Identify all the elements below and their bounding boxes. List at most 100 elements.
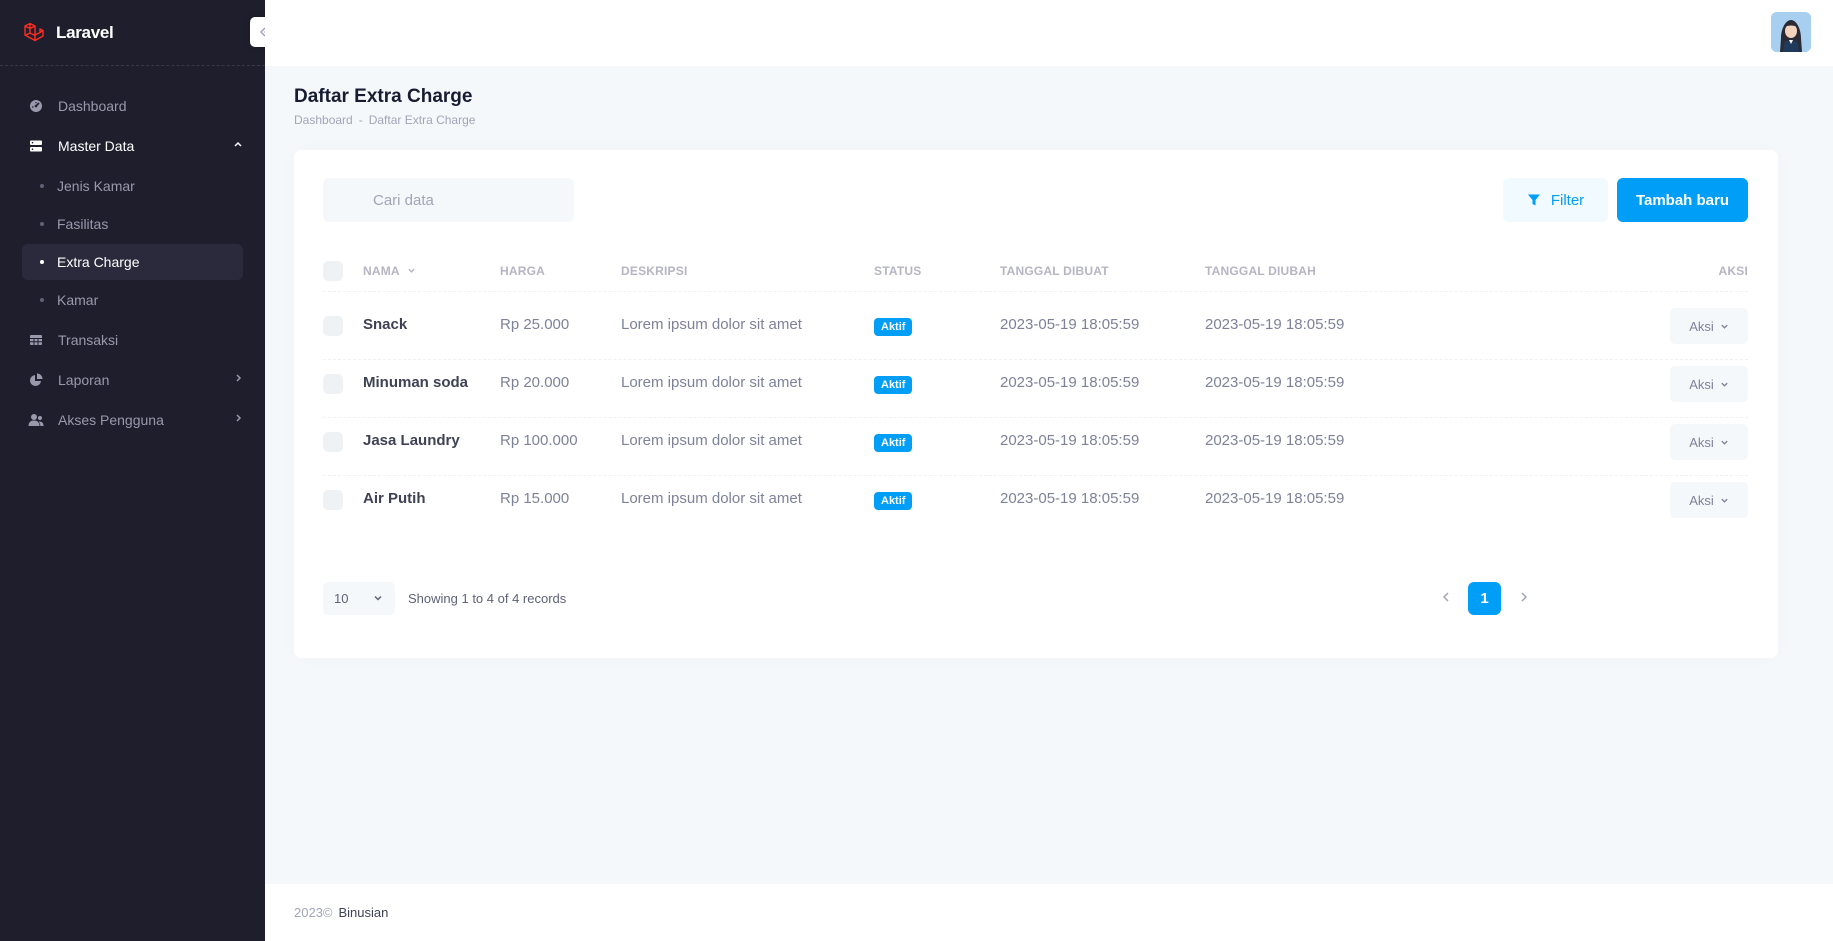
cell-tanggal-diubah: 2023-05-19 18:05:59: [1205, 432, 1345, 449]
column-header-aksi: Aksi: [1718, 264, 1748, 278]
avatar-icon: [1771, 12, 1811, 52]
footer-owner-link[interactable]: Binusian: [339, 905, 389, 920]
cell-nama: Air Putih: [363, 490, 426, 507]
column-header-tanggal-diubah[interactable]: Tanggal Diubah: [1205, 264, 1316, 278]
chevron-left-icon: [1442, 592, 1449, 602]
records-info: Showing 1 to 4 of 4 records: [408, 591, 567, 606]
sidebar-subitem-label: Jenis Kamar: [57, 178, 135, 194]
breadcrumb-separator: -: [358, 113, 363, 127]
row-actions-button[interactable]: Aksi: [1670, 424, 1748, 460]
row-actions-button[interactable]: Aksi: [1670, 366, 1748, 402]
table-row: Air Putih Rp 15.000 Lorem ipsum dolor si…: [323, 466, 1748, 534]
page-size-value: 10: [334, 591, 349, 606]
chevron-down-icon: [1721, 382, 1728, 387]
add-new-button[interactable]: Tambah baru: [1617, 178, 1748, 222]
chevron-right-icon: [236, 414, 242, 422]
column-header-deskripsi[interactable]: Deskripsi: [621, 264, 687, 278]
row-actions-label: Aksi: [1689, 376, 1714, 392]
cell-tanggal-diubah: 2023-05-19 18:05:59: [1205, 316, 1345, 333]
pie-chart-icon: [28, 372, 44, 388]
cell-harga: Rp 25.000: [500, 316, 570, 333]
column-header-tanggal-dibuat[interactable]: Tanggal Dibuat: [1000, 264, 1109, 278]
breadcrumb-item-dashboard[interactable]: Dashboard: [294, 113, 353, 127]
chevron-down-icon: [1721, 440, 1728, 445]
sidebar-subitem-kamar[interactable]: Kamar: [22, 282, 243, 318]
chevron-right-icon: [236, 374, 242, 382]
chevron-down-icon: [1721, 498, 1728, 503]
row-checkbox[interactable]: [323, 316, 343, 336]
row-checkbox[interactable]: [323, 490, 343, 510]
row-actions-label: Aksi: [1689, 492, 1714, 508]
sidebar-item-label: Transaksi: [58, 332, 119, 348]
column-header-status[interactable]: Status: [874, 264, 921, 278]
chevron-right-icon: [1521, 592, 1528, 602]
sidebar-subitem-label: Kamar: [57, 292, 99, 308]
row-actions-label: Aksi: [1689, 434, 1714, 450]
laravel-logo-icon: [24, 22, 44, 41]
previous-page-button[interactable]: [1438, 589, 1454, 610]
row-checkbox[interactable]: [323, 432, 343, 452]
footer: 2023© Binusian: [265, 884, 1833, 941]
column-header-nama[interactable]: Nama: [363, 264, 416, 278]
brand: Laravel: [0, 0, 280, 66]
filter-button[interactable]: Filter: [1503, 178, 1608, 222]
footer-year: 2023©: [294, 905, 333, 920]
row-checkbox[interactable]: [323, 374, 343, 394]
brand-name: Laravel: [56, 22, 114, 42]
database-icon: [28, 138, 44, 154]
sidebar-item-akses-pengguna[interactable]: Akses Pengguna: [22, 400, 243, 440]
sort-chevron-down-icon: [408, 268, 415, 273]
cell-nama: Snack: [363, 316, 408, 333]
sidebar-menu: Dashboard Master Data Jenis Kamar Fasili…: [0, 66, 265, 440]
sidebar-item-label: Laporan: [58, 372, 110, 388]
status-badge: Aktif: [874, 318, 913, 336]
breadcrumb: Dashboard - Daftar Extra Charge: [294, 113, 475, 127]
dashboard-icon: [28, 98, 44, 114]
sidebar-subitem-extra-charge[interactable]: Extra Charge: [22, 244, 243, 280]
sidebar-subitem-fasilitas[interactable]: Fasilitas: [22, 206, 243, 242]
sidebar-item-dashboard[interactable]: Dashboard: [22, 86, 243, 126]
cell-harga: Rp 15.000: [500, 490, 570, 507]
cell-tanggal-diubah: 2023-05-19 18:05:59: [1205, 490, 1345, 507]
sidebar-subitem-jenis-kamar[interactable]: Jenis Kamar: [22, 168, 243, 204]
next-page-button[interactable]: [1516, 589, 1532, 610]
filter-icon: [1527, 194, 1540, 206]
bullet-icon: [40, 184, 44, 188]
cell-tanggal-dibuat: 2023-05-19 18:05:59: [1000, 316, 1140, 333]
chevron-up-icon: [234, 141, 242, 147]
sidebar-item-master-data[interactable]: Master Data: [22, 126, 243, 166]
sidebar-subitem-label: Fasilitas: [57, 216, 109, 232]
page-number-button[interactable]: 1: [1468, 582, 1501, 615]
cell-deskripsi: Lorem ipsum dolor sit amet: [621, 316, 802, 333]
status-badge: Aktif: [874, 492, 913, 510]
sidebar-item-label: Master Data: [58, 138, 135, 154]
bullet-icon: [40, 222, 44, 226]
status-badge: Aktif: [874, 434, 913, 452]
page-size-select[interactable]: 10: [323, 582, 395, 615]
cell-tanggal-dibuat: 2023-05-19 18:05:59: [1000, 374, 1140, 391]
bullet-icon: [40, 298, 44, 302]
users-icon: [28, 412, 44, 428]
page-title: Daftar Extra Charge: [294, 86, 473, 107]
cell-tanggal-dibuat: 2023-05-19 18:05:59: [1000, 432, 1140, 449]
cell-harga: Rp 100.000: [500, 432, 578, 449]
row-actions-button[interactable]: Aksi: [1670, 308, 1748, 344]
cell-nama: Minuman soda: [363, 374, 469, 391]
cell-nama: Jasa Laundry: [363, 432, 460, 449]
sidebar-item-label: Dashboard: [58, 98, 127, 114]
cell-tanggal-dibuat: 2023-05-19 18:05:59: [1000, 490, 1140, 507]
table-icon: [28, 332, 44, 348]
chevron-down-icon: [1721, 324, 1728, 329]
column-header-harga[interactable]: Harga: [500, 264, 545, 278]
filter-button-label: Filter: [1550, 191, 1585, 209]
sidebar-item-laporan[interactable]: Laporan: [22, 360, 243, 400]
cell-tanggal-diubah: 2023-05-19 18:05:59: [1205, 374, 1345, 391]
sidebar-item-label: Akses Pengguna: [58, 412, 164, 428]
user-avatar[interactable]: [1771, 12, 1811, 52]
sidebar-item-transaksi[interactable]: Transaksi: [22, 320, 243, 360]
search-input[interactable]: [323, 178, 574, 222]
cell-deskripsi: Lorem ipsum dolor sit amet: [621, 432, 802, 449]
select-all-checkbox[interactable]: [323, 261, 343, 281]
row-actions-button[interactable]: Aksi: [1670, 482, 1748, 518]
cell-harga: Rp 20.000: [500, 374, 570, 391]
